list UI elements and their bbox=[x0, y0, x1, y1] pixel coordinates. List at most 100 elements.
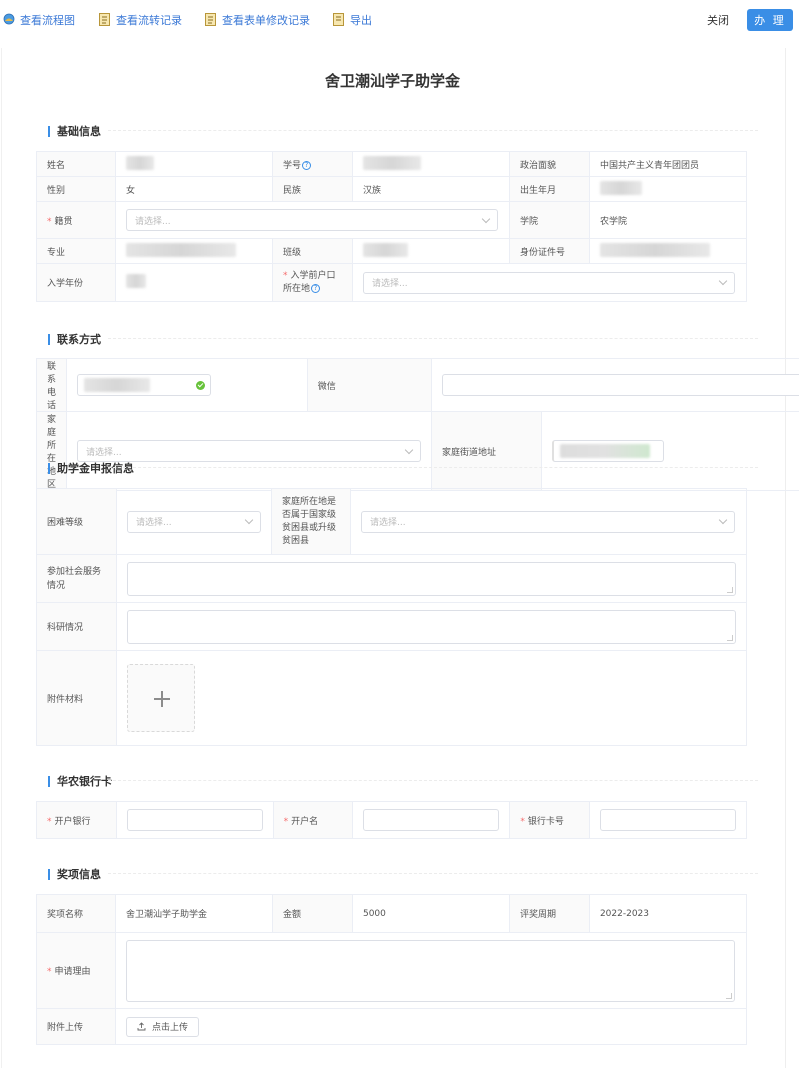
upload-icon bbox=[137, 1022, 146, 1031]
enroll-label: 入学年份 bbox=[35, 263, 117, 302]
college-label: 学院 bbox=[508, 201, 590, 239]
ethnicity-label: 民族 bbox=[272, 176, 353, 202]
bank-table: * 开户银行 * 开户名 * 银行卡号 bbox=[36, 801, 748, 839]
apply-table: 困难等级 请选择... 家庭所在地是 否属于国家级 贫困县或升级 贫困县 请选择… bbox=[36, 488, 747, 746]
major-value bbox=[115, 238, 273, 264]
section-title-contact-label: 联系方式 bbox=[57, 333, 101, 346]
section-divider bbox=[108, 467, 758, 468]
student-id-label-text: 学号 bbox=[283, 160, 302, 171]
native-select[interactable]: 请选择... bbox=[126, 209, 499, 231]
card-label: * 银行卡号 bbox=[509, 801, 590, 839]
chevron-down-icon bbox=[481, 214, 491, 223]
bank-label-text: 开户银行 bbox=[54, 816, 91, 827]
section-title-basic-label: 基础信息 bbox=[57, 125, 101, 138]
amount-label: 金额 bbox=[272, 894, 353, 933]
bank-input[interactable] bbox=[126, 809, 263, 831]
native-label-text: 籍贯 bbox=[54, 216, 73, 227]
card-input[interactable] bbox=[599, 809, 736, 831]
chevron-down-icon bbox=[718, 515, 728, 525]
gender-value: 女 bbox=[115, 176, 273, 202]
holder-input[interactable] bbox=[363, 809, 500, 831]
section-title-apply: 助学金申报信息 bbox=[48, 460, 134, 476]
section-divider bbox=[108, 130, 758, 131]
export-icon bbox=[333, 13, 345, 27]
street-cell bbox=[541, 411, 799, 491]
award-table: 奖项名称 舍卫潮汕学子助学金 金额 5000 评奖周期 2022-2023 * 申… bbox=[35, 894, 748, 1045]
poor-county-cell: 请选择... bbox=[350, 488, 747, 555]
poor-county-label-line2: 否属于国家级 bbox=[282, 509, 337, 520]
poor-county-select[interactable]: 请选择... bbox=[361, 510, 735, 533]
basic-info-table: 姓名 学号? 政治面貌 中国共产主义青年团团员 性别 女 民族 汉族 出生年月 … bbox=[35, 151, 748, 302]
social-label-line1: 参加社会服务 bbox=[47, 566, 102, 577]
phone-input[interactable] bbox=[77, 374, 212, 396]
reason-cell bbox=[115, 932, 747, 1009]
question-icon[interactable]: ? bbox=[302, 160, 312, 170]
region-select[interactable]: 请选择... bbox=[77, 440, 422, 462]
upload-button-label: 点击上传 bbox=[152, 1023, 189, 1033]
close-button[interactable]: 关闭 bbox=[707, 12, 729, 28]
poor-county-label: 家庭所在地是 否属于国家级 贫困县或升级 贫困县 bbox=[271, 488, 351, 555]
hukou-cell: 请选择... bbox=[351, 263, 748, 302]
street-label: 家庭街道地址 bbox=[431, 411, 543, 491]
amount-value: 5000 bbox=[351, 894, 510, 933]
hukou-placeholder: 请选择... bbox=[371, 279, 408, 289]
attachment-upload-box[interactable] bbox=[127, 664, 195, 732]
wechat-cell bbox=[431, 358, 799, 412]
research-label: 科研情况 bbox=[36, 602, 117, 651]
view-transfer-records-link[interactable]: 查看流转记录 bbox=[99, 11, 182, 29]
student-id-label: 学号? bbox=[272, 151, 353, 177]
native-placeholder: 请选择... bbox=[135, 216, 171, 227]
hukou-label-line2: 所在地 bbox=[283, 283, 311, 294]
id-value bbox=[588, 238, 748, 264]
section-title-basic: 基础信息 bbox=[48, 123, 101, 139]
top-toolbar: 查看流程图 查看流转记录 查看表单修改记录 导出 关闭 办 理 bbox=[0, 0, 799, 40]
phone-label: 联系电话 bbox=[35, 358, 68, 412]
political-label: 政治面貌 bbox=[508, 151, 590, 177]
college-value: 农学院 bbox=[588, 201, 748, 239]
poor-county-label-line4: 贫困县 bbox=[282, 535, 310, 546]
political-value: 中国共产主义青年团团员 bbox=[588, 151, 748, 177]
wechat-input[interactable] bbox=[442, 374, 799, 396]
period-label: 评奖周期 bbox=[508, 894, 590, 933]
name-label: 姓名 bbox=[35, 151, 117, 177]
poor-county-label-line3: 贫困县或升级 bbox=[282, 522, 337, 533]
region-placeholder: 请选择... bbox=[86, 447, 122, 458]
document-icon bbox=[99, 13, 111, 27]
difficulty-select[interactable]: 请选择... bbox=[127, 510, 261, 533]
hukou-label-line1: 入学前户口 bbox=[290, 270, 336, 281]
region-label: 家庭所在地区 bbox=[35, 411, 68, 491]
handle-button[interactable]: 办 理 bbox=[747, 9, 793, 31]
attachment-cell bbox=[116, 650, 747, 746]
street-input[interactable] bbox=[552, 440, 665, 462]
hukou-select[interactable]: 请选择... bbox=[362, 271, 735, 294]
attachment-label: 附件材料 bbox=[36, 650, 117, 746]
birth-value bbox=[588, 176, 748, 202]
reason-textarea[interactable] bbox=[126, 939, 736, 1002]
view-flowchart-link[interactable]: 查看流程图 bbox=[3, 11, 75, 29]
chevron-down-icon bbox=[404, 445, 414, 454]
class-label: 班级 bbox=[272, 238, 353, 264]
section-divider bbox=[108, 338, 758, 339]
section-title-apply-label: 助学金申报信息 bbox=[57, 462, 134, 475]
reason-label-text: 申请理由 bbox=[54, 967, 91, 977]
bank-label: * 开户银行 bbox=[36, 801, 117, 839]
section-title-contact: 联系方式 bbox=[48, 331, 101, 347]
upload-button[interactable]: 点击上传 bbox=[126, 1016, 200, 1037]
enroll-value bbox=[115, 263, 273, 302]
social-textarea[interactable] bbox=[127, 561, 736, 596]
chevron-down-icon bbox=[718, 276, 728, 286]
difficulty-cell: 请选择... bbox=[116, 488, 272, 555]
ethnicity-value: 汉族 bbox=[351, 176, 510, 202]
question-icon[interactable]: ? bbox=[311, 283, 321, 293]
social-label: 参加社会服务 情况 bbox=[36, 554, 117, 603]
research-textarea[interactable] bbox=[127, 609, 736, 644]
section-title-bank-label: 华农银行卡 bbox=[57, 775, 112, 788]
native-cell: 请选择... bbox=[115, 201, 510, 239]
section-title-award-label: 奖项信息 bbox=[57, 868, 101, 881]
reason-label: * 申请理由 bbox=[35, 932, 117, 1009]
export-link[interactable]: 导出 bbox=[333, 11, 372, 29]
section-title-bank: 华农银行卡 bbox=[48, 773, 112, 789]
award-name-value: 舍卫潮汕学子助学金 bbox=[115, 894, 273, 933]
view-form-edit-records-link[interactable]: 查看表单修改记录 bbox=[205, 11, 310, 29]
poor-county-placeholder: 请选择... bbox=[370, 518, 406, 528]
